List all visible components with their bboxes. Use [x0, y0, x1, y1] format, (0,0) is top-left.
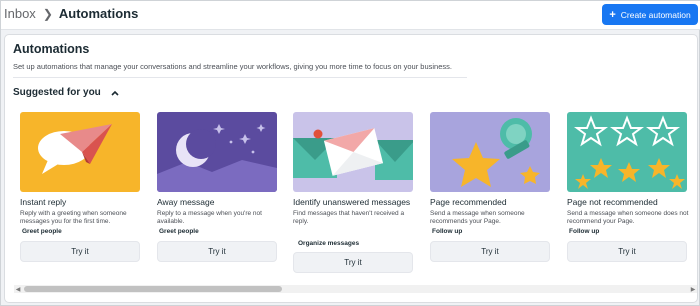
away-message-illustration — [157, 112, 277, 192]
create-automation-button[interactable]: + Create automation — [602, 4, 698, 25]
card-title: Away message — [157, 197, 215, 207]
app-frame: Inbox ❯ Automations + Create automation … — [0, 0, 700, 306]
card-description: Find messages that haven't received a re… — [293, 210, 405, 225]
automation-card-away-message: Away message Reply to a message when you… — [157, 112, 279, 262]
top-bar: Inbox ❯ Automations + Create automation — [1, 1, 700, 30]
card-category: Organize messages — [298, 240, 360, 247]
card-category: Follow up — [432, 228, 463, 235]
card-description: Reply to a message when you're not avail… — [157, 210, 262, 225]
moon-stars-icon — [157, 112, 277, 192]
card-category: Greet people — [22, 228, 62, 235]
create-automation-label: Create automation — [620, 9, 691, 20]
automations-panel: Automations Set up automations that mana… — [4, 34, 698, 303]
chevron-right-icon: ❯ — [42, 6, 53, 21]
chevron-up-icon — [111, 90, 119, 96]
card-description: Reply with a greeting when someone messa… — [20, 210, 127, 225]
panel-subtitle: Set up automations that manage your conv… — [13, 62, 452, 71]
envelopes-icon — [293, 112, 413, 192]
automation-card-instant-reply: Instant reply Reply with a greeting when… — [20, 112, 142, 262]
card-title: Page not recommended — [567, 197, 658, 207]
suggested-label: Suggested for you — [13, 87, 101, 98]
scroll-left-arrow-icon[interactable]: ◀ — [14, 285, 22, 293]
try-it-button[interactable]: Try it — [430, 241, 550, 262]
breadcrumb-inbox-link[interactable]: Inbox — [4, 6, 36, 21]
try-it-button[interactable]: Try it — [157, 241, 277, 262]
page-recommended-illustration — [430, 112, 550, 192]
plus-icon: + — [609, 8, 616, 21]
card-description: Send a message when someone does not rec… — [567, 210, 689, 225]
card-title: Instant reply — [20, 197, 67, 207]
horizontal-scrollbar[interactable]: ◀ ▶ — [14, 285, 697, 293]
page-title: Automations — [58, 6, 139, 21]
try-it-button[interactable]: Try it — [567, 241, 687, 262]
automation-card-page-not-recommended: Page not recommended Send a message when… — [567, 112, 689, 262]
breadcrumb: Inbox ❯ Automations — [4, 6, 138, 21]
scroll-right-arrow-icon[interactable]: ▶ — [689, 285, 697, 293]
panel-title: Automations — [13, 42, 90, 56]
scrollbar-thumb[interactable] — [24, 286, 282, 292]
outline-stars-icon — [567, 112, 687, 192]
page-not-recommended-illustration — [567, 112, 687, 192]
suggested-toggle[interactable]: Suggested for you — [13, 87, 120, 98]
try-it-button[interactable]: Try it — [293, 252, 413, 273]
unanswered-messages-illustration — [293, 112, 413, 192]
card-title: Page recommended — [430, 197, 507, 207]
card-category: Follow up — [569, 228, 600, 235]
automation-card-unanswered-messages: Identify unanswered messages Find messag… — [293, 112, 415, 277]
divider — [13, 77, 467, 78]
card-description: Send a message when someone recommends y… — [430, 210, 525, 225]
instant-reply-illustration — [20, 112, 140, 192]
try-it-button[interactable]: Try it — [20, 241, 140, 262]
card-title: Identify unanswered messages — [293, 197, 411, 207]
speech-bubble-paper-plane-icon — [20, 112, 140, 192]
automation-card-page-recommended: Page recommended Send a message when som… — [430, 112, 552, 262]
star-stamp-icon — [430, 112, 550, 192]
card-category: Greet people — [159, 228, 199, 235]
